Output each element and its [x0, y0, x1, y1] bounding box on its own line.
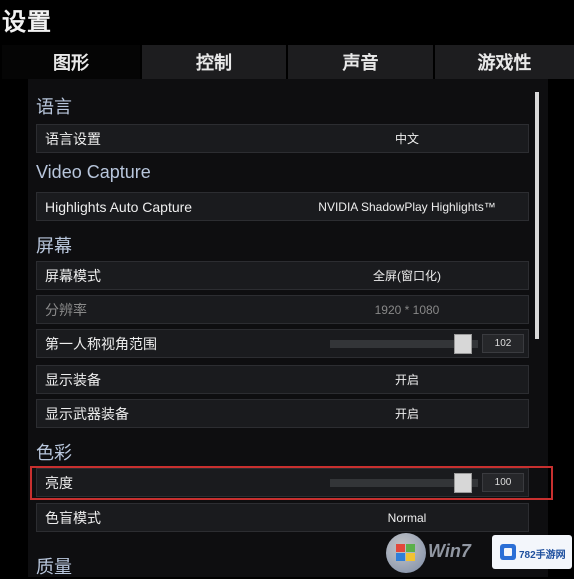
brightness-highlight-box: [30, 466, 553, 500]
highlights-capture-value[interactable]: NVIDIA ShadowPlay Highlights™: [287, 200, 527, 214]
fov-slider[interactable]: [330, 334, 478, 354]
fov-row: 第一人称视角范围 102: [36, 329, 529, 358]
section-language: 语言: [36, 97, 72, 117]
tab-sound[interactable]: 声音: [286, 45, 433, 79]
show-equipment-value[interactable]: 开启: [287, 371, 527, 388]
colorblind-mode-label: 色盲模式: [45, 509, 101, 526]
win7-text: Win7: [428, 541, 471, 561]
section-color: 色彩: [36, 443, 72, 463]
win7-watermark: Win7: [382, 527, 492, 577]
show-weapon-equipment-label: 显示武器装备: [45, 405, 129, 422]
show-equipment-label: 显示装备: [45, 371, 101, 388]
site-logo-icon: [500, 544, 516, 560]
watermark: Win7 782手游网: [382, 527, 574, 577]
highlights-capture-row[interactable]: Highlights Auto Capture NVIDIA ShadowPla…: [36, 192, 529, 221]
tab-gameplay[interactable]: 游戏性: [433, 45, 574, 79]
show-weapon-equipment-value[interactable]: 开启: [287, 405, 527, 422]
resolution-row: 分辨率 1920 * 1080: [36, 295, 529, 324]
tab-graphics[interactable]: 图形: [0, 45, 140, 79]
language-setting-label: 语言设置: [45, 130, 101, 147]
language-setting-value[interactable]: 中文: [287, 130, 527, 147]
section-quality: 质量: [36, 557, 72, 577]
screen-mode-label: 屏幕模式: [45, 267, 101, 284]
screen-mode-row[interactable]: 屏幕模式 全屏(窗口化): [36, 261, 529, 290]
language-setting-row[interactable]: 语言设置 中文: [36, 124, 529, 153]
fov-slider-thumb[interactable]: [454, 334, 472, 354]
settings-panel: 语言 语言设置 中文 Video Capture Highlights Auto…: [28, 79, 548, 577]
resolution-value: 1920 * 1080: [374, 302, 440, 317]
section-video-capture: Video Capture: [36, 162, 151, 182]
windows-flag-icon: [396, 544, 416, 562]
page-title: 设置: [2, 9, 52, 36]
screen-mode-value[interactable]: 全屏(窗口化): [287, 267, 527, 284]
site-watermark: 782手游网: [492, 535, 572, 569]
tab-bar: 图形 控制 声音 游戏性: [0, 45, 574, 79]
colorblind-mode-value[interactable]: Normal: [287, 511, 527, 525]
section-screen: 屏幕: [36, 236, 72, 256]
show-weapon-equipment-row[interactable]: 显示武器装备 开启: [36, 399, 529, 428]
fov-value-box[interactable]: 102: [482, 334, 524, 353]
tab-controls[interactable]: 控制: [140, 45, 286, 79]
resolution-label: 分辨率: [45, 301, 87, 318]
highlights-capture-label: Highlights Auto Capture: [45, 198, 193, 215]
show-equipment-row[interactable]: 显示装备 开启: [36, 365, 529, 394]
site-watermark-text: 782手游网: [519, 550, 566, 561]
fov-label: 第一人称视角范围: [45, 335, 157, 352]
settings-scrollbar[interactable]: [535, 92, 539, 339]
